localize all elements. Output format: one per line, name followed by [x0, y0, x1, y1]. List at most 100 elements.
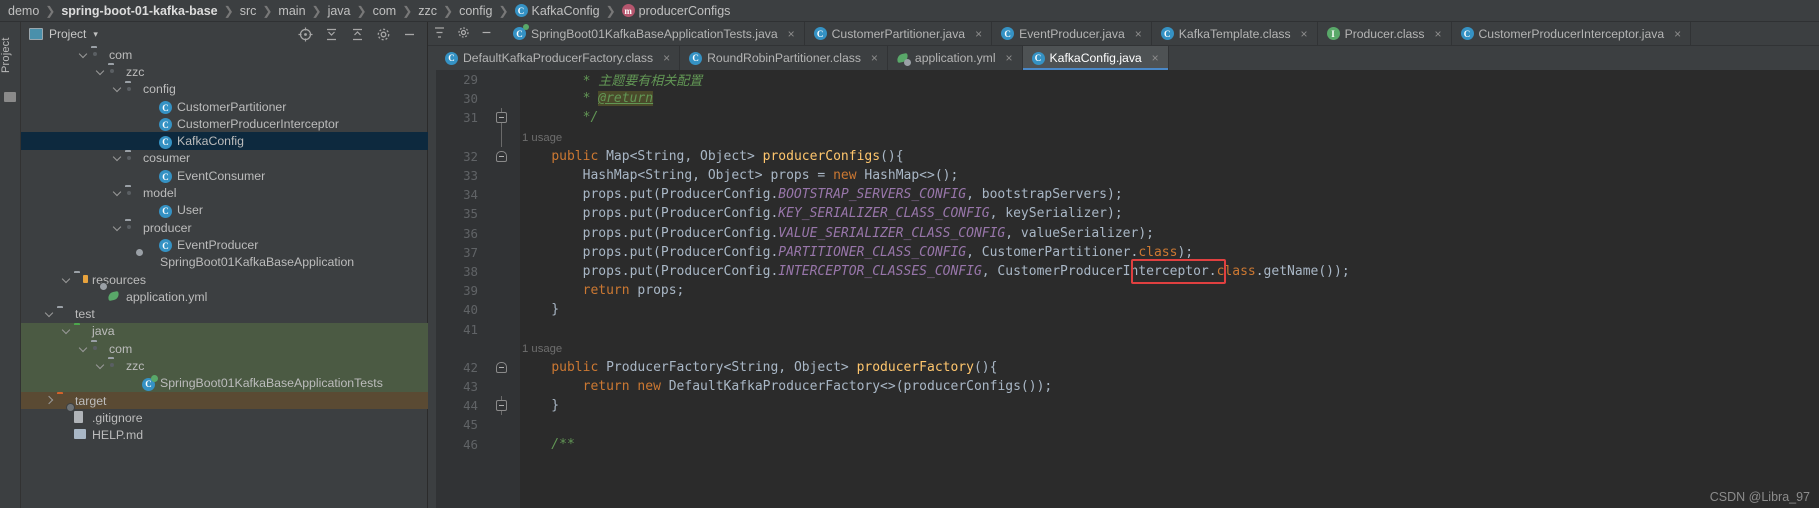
- tree-item[interactable]: SpringBoot01KafkaBaseApplication: [21, 254, 428, 271]
- chevron-down-icon[interactable]: [112, 84, 123, 95]
- tree-item[interactable]: C EventProducer: [21, 236, 428, 253]
- code-text: 1 usage: [520, 130, 562, 145]
- project-panel-title: Project: [49, 27, 87, 41]
- tree-item[interactable]: com: [21, 46, 428, 63]
- close-icon[interactable]: ×: [1150, 51, 1161, 65]
- gear-icon[interactable]: [376, 27, 391, 42]
- tree-item[interactable]: C CustomerProducerInterceptor: [21, 115, 428, 132]
- breadcrumb-label: src: [239, 3, 257, 18]
- tree-item[interactable]: HELP.md: [21, 427, 428, 444]
- tree-item[interactable]: test: [21, 305, 428, 322]
- tree-item[interactable]: C CustomerPartitioner: [21, 98, 428, 115]
- chevron-down-icon[interactable]: [112, 188, 123, 199]
- close-icon[interactable]: ×: [973, 27, 984, 41]
- code-fold-marker[interactable]: [484, 127, 520, 147]
- code-token: class: [1138, 244, 1178, 260]
- tree-item[interactable]: model: [21, 184, 428, 201]
- tree-item[interactable]: C SpringBoot01KafkaBaseApplicationTests: [21, 374, 428, 392]
- breadcrumb-item-java[interactable]: java: [328, 4, 351, 18]
- editor-tab-kafkaconfig-java[interactable]: C KafkaConfig.java ×: [1022, 46, 1169, 70]
- breadcrumb-item-src[interactable]: src: [240, 4, 257, 18]
- tree-item[interactable]: cosumer: [21, 150, 428, 167]
- editor-tab-defaultkafkaproducerfactory-class[interactable]: C DefaultKafkaProducerFactory.class ×: [436, 46, 681, 70]
- close-icon[interactable]: ×: [1004, 51, 1015, 65]
- breadcrumb-item-demo[interactable]: demo: [8, 4, 39, 18]
- structure-icon[interactable]: [4, 92, 16, 102]
- breadcrumb-item-main[interactable]: main: [278, 4, 305, 18]
- editor-tab-kafkatemplate-class[interactable]: C KafkaTemplate.class ×: [1152, 22, 1318, 45]
- close-icon[interactable]: ×: [1133, 27, 1144, 41]
- collapse-all-icon[interactable]: [324, 27, 339, 42]
- chevron-down-icon[interactable]: [61, 326, 72, 337]
- tree-item[interactable]: target: [21, 391, 428, 410]
- locate-icon[interactable]: [298, 27, 313, 42]
- tree-item[interactable]: config: [21, 81, 428, 98]
- breadcrumb-separator: ❯: [605, 3, 616, 18]
- editor-tab-springboot01kafkabaseapplicationtests-java[interactable]: C SpringBoot01KafkaBaseApplicationTests.j…: [504, 22, 805, 45]
- code-fold-marker[interactable]: [484, 358, 520, 377]
- chevron-down-icon[interactable]: [78, 49, 89, 60]
- close-icon[interactable]: ×: [786, 27, 797, 41]
- expand-icon[interactable]: [350, 27, 365, 42]
- code-line: 30 * @return: [428, 89, 1819, 108]
- close-icon[interactable]: ×: [1672, 27, 1683, 41]
- code-line: 44 }: [428, 396, 1819, 416]
- tree-item[interactable]: java: [21, 322, 428, 341]
- chevron-down-icon[interactable]: ▾: [93, 29, 98, 40]
- tool-window-button-project[interactable]: Project: [0, 26, 21, 86]
- tree-item[interactable]: C EventConsumer: [21, 167, 428, 184]
- close-icon[interactable]: ×: [661, 51, 672, 65]
- breadcrumb-item-zzc[interactable]: zzc: [418, 4, 437, 18]
- chevron-down-icon[interactable]: [112, 222, 123, 233]
- breadcrumb-item-producerconfigs[interactable]: m producerConfigs: [621, 4, 730, 18]
- sort-icon[interactable]: [434, 26, 449, 41]
- chevron-down-icon[interactable]: [78, 343, 89, 354]
- code-line: 34 props.put(ProducerConfig.BOOTSTRAP_SE…: [428, 185, 1819, 204]
- breadcrumb-item-config[interactable]: config: [459, 4, 492, 18]
- chevron-down-icon[interactable]: [95, 66, 106, 77]
- tree-item[interactable]: zzc: [21, 63, 428, 80]
- hide-icon[interactable]: [480, 26, 495, 41]
- close-icon[interactable]: ×: [1433, 27, 1444, 41]
- chevron-right-icon[interactable]: [44, 395, 55, 406]
- breadcrumb-item-com[interactable]: com: [373, 4, 397, 18]
- code-fold-marker[interactable]: [484, 108, 520, 128]
- code-fold-marker[interactable]: [484, 147, 520, 166]
- editor-tab-customerproducerinterceptor-java[interactable]: C CustomerProducerInterceptor.java ×: [1452, 22, 1692, 45]
- editor-tab-eventproducer-java[interactable]: C EventProducer.java ×: [992, 22, 1152, 45]
- tree-item[interactable]: application.yml: [21, 288, 428, 305]
- editor-tab-application-yml[interactable]: application.yml ×: [888, 46, 1023, 70]
- yaml-spring-icon: [897, 52, 911, 66]
- code-editor[interactable]: 29 * 主题要有相关配置 30 * @return 31 */1 usage 32 …: [428, 70, 1819, 508]
- editor-tab-customerpartitioner-java[interactable]: C CustomerPartitioner.java ×: [805, 22, 993, 45]
- tree-twisty-spacer: [61, 430, 72, 441]
- close-icon[interactable]: ×: [869, 51, 880, 65]
- code-fold-marker[interactable]: [484, 396, 520, 416]
- code-text: */: [520, 110, 599, 125]
- hide-icon[interactable]: [402, 27, 417, 42]
- editor-tab-producer-class[interactable]: I Producer.class ×: [1318, 22, 1452, 45]
- chevron-down-icon[interactable]: [61, 274, 72, 285]
- resources-folder-icon: [74, 273, 88, 286]
- editor-tab-roundrobinpartitioner-class[interactable]: C RoundRobinPartitioner.class ×: [680, 46, 888, 70]
- class-icon-icon: C: [159, 238, 173, 253]
- chevron-down-icon[interactable]: [44, 309, 55, 320]
- tree-item[interactable]: com: [21, 340, 428, 358]
- close-icon[interactable]: ×: [1299, 27, 1310, 41]
- tree-item[interactable]: resources: [21, 271, 428, 288]
- chevron-down-icon[interactable]: [95, 360, 106, 371]
- gear-icon[interactable]: [457, 26, 472, 41]
- code-token: HashMap<>();: [856, 168, 959, 184]
- breadcrumb-item-kafkaconfig[interactable]: C KafkaConfig: [514, 4, 600, 18]
- editor-tab-label: KafkaTemplate.class: [1178, 26, 1291, 41]
- tree-item[interactable]: zzc: [21, 357, 428, 375]
- tree-item[interactable]: producer: [21, 219, 428, 236]
- chevron-down-icon[interactable]: [112, 153, 123, 164]
- usage-hint[interactable]: 1 usage: [522, 343, 562, 356]
- project-tree[interactable]: com zzc config C CustomerPartitioner C Custome…: [21, 46, 428, 508]
- method-icon: m: [621, 4, 635, 17]
- usage-hint[interactable]: 1 usage: [522, 132, 562, 145]
- breadcrumb-item-spring-boot-01-kafka-base[interactable]: spring-boot-01-kafka-base: [61, 4, 217, 18]
- tree-item[interactable]: C User: [21, 202, 428, 219]
- tree-item[interactable]: C KafkaConfig: [21, 132, 428, 150]
